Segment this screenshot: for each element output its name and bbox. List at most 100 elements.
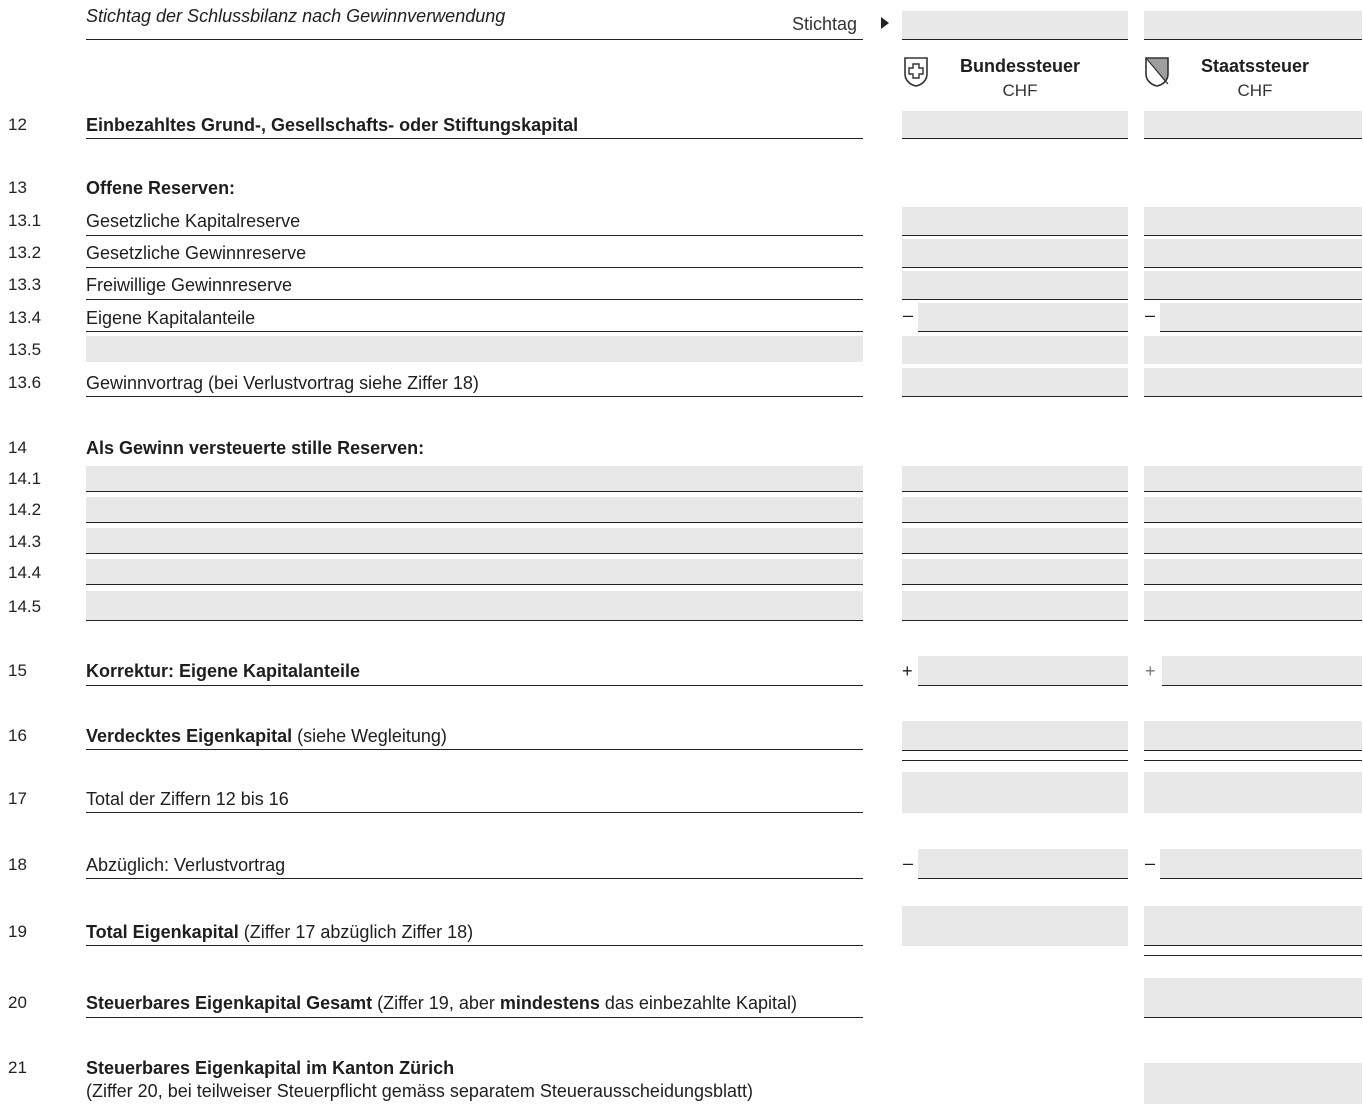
row-18-underline xyxy=(86,878,863,879)
row-12-underline xyxy=(86,138,863,139)
row-14-5-staat-input[interactable] xyxy=(1144,591,1362,621)
row-13-6-underline xyxy=(86,396,863,397)
row-13-1-bund-input[interactable] xyxy=(902,207,1128,236)
row-13-6-label: Gewinnvortrag (bei Verlustvortrag siehe … xyxy=(86,373,479,393)
row-13-4-underline xyxy=(86,331,863,332)
row-21-label-line2: (Ziffer 20, bei teilweiser Steuerpflicht… xyxy=(86,1081,754,1101)
row-13-4-staat-input[interactable] xyxy=(1160,303,1362,332)
row-19-staat-input[interactable] xyxy=(1144,906,1362,946)
row-13-2-staat-input[interactable] xyxy=(1144,239,1362,268)
row-13-number: 13 xyxy=(8,178,27,197)
row-17-bund-input[interactable] xyxy=(902,772,1128,813)
row-14-label: Als Gewinn versteuerte stille Reserven: xyxy=(86,438,425,458)
row-13-5-bund-input[interactable] xyxy=(902,336,1128,364)
row-18-staat-minus-sign: – xyxy=(1145,853,1156,873)
col-bund-title: Bundessteuer xyxy=(959,56,1081,76)
row-19-label-bold: Total Eigenkapital xyxy=(86,922,239,942)
row-21-staat-input[interactable] xyxy=(1144,1063,1362,1104)
row-13-6-bund-input[interactable] xyxy=(902,368,1128,397)
row-14-3-bund-input[interactable] xyxy=(902,528,1128,554)
row-16-staat-double-rule xyxy=(1144,760,1362,761)
row-12-bund-input[interactable] xyxy=(902,111,1128,139)
row-13-2-label: Gesetzliche Gewinnreserve xyxy=(86,243,307,263)
arrow-right-icon xyxy=(881,17,889,29)
row-13-4-number: 13.4 xyxy=(8,308,42,327)
stichtag-title: Stichtag der Schlussbilanz nach Gewinnve… xyxy=(86,6,506,26)
row-13-6-staat-input[interactable] xyxy=(1144,368,1362,397)
row-20-underline xyxy=(86,1017,863,1018)
row-12-staat-input[interactable] xyxy=(1144,111,1362,139)
row-13-5-staat-input[interactable] xyxy=(1144,336,1362,364)
stichtag-label: Stichtag xyxy=(792,14,858,34)
row-20-label-rest: das einbezahlte Kapital) xyxy=(599,993,798,1013)
row-17-label: Total der Ziffern 12 bis 16 xyxy=(86,789,289,809)
row-21-label: Steuerbares Eigenkapital im Kanton Züric… xyxy=(86,1058,455,1078)
row-13-1-number: 13.1 xyxy=(8,211,42,230)
row-14-1-bund-input[interactable] xyxy=(902,466,1128,492)
zurich-shield-icon xyxy=(1145,57,1169,87)
row-15-staat-plus-sign: + xyxy=(1145,661,1156,681)
row-14-5-bund-input[interactable] xyxy=(902,591,1128,621)
col-staat-title: Staatssteuer xyxy=(1200,56,1310,76)
row-19-bund-input[interactable] xyxy=(902,906,1128,946)
row-20-number: 20 xyxy=(8,993,27,1012)
row-16-staat-input[interactable] xyxy=(1144,721,1362,751)
row-15-number: 15 xyxy=(8,661,27,680)
row-13-5-number: 13.5 xyxy=(8,340,42,359)
row-13-4-staat-minus-sign: – xyxy=(1145,305,1156,325)
row-18-bund-input[interactable] xyxy=(918,849,1128,879)
row-13-4-label: Eigene Kapitalanteile xyxy=(86,308,256,328)
row-14-1-staat-input[interactable] xyxy=(1144,466,1362,492)
row-14-5-label-input[interactable] xyxy=(86,591,863,621)
row-14-4-staat-input[interactable] xyxy=(1144,559,1362,585)
row-19-underline xyxy=(86,945,863,946)
row-14-3-label-input[interactable] xyxy=(86,528,863,554)
row-13-4-bund-input[interactable] xyxy=(918,303,1128,332)
row-14-2-number: 14.2 xyxy=(8,500,42,519)
row-14-2-label-input[interactable] xyxy=(86,497,863,523)
row-13-2-bund-input[interactable] xyxy=(902,239,1128,268)
row-13-3-number: 13.3 xyxy=(8,275,42,294)
row-17-staat-input[interactable] xyxy=(1144,772,1362,813)
row-14-2-bund-input[interactable] xyxy=(902,497,1128,523)
row-14-4-label-input[interactable] xyxy=(86,559,863,585)
row-13-3-label: Freiwillige Gewinnreserve xyxy=(86,275,293,295)
row-13-label: Offene Reserven: xyxy=(86,178,236,198)
stichtag-title-underline xyxy=(86,39,863,40)
row-17-number: 17 xyxy=(8,789,27,808)
row-19-label: Total Eigenkapital (Ziffer 17 abzüglich … xyxy=(86,922,473,943)
row-18-number: 18 xyxy=(8,855,27,874)
row-15-staat-input[interactable] xyxy=(1162,656,1362,686)
row-16-label-rest: (siehe Wegleitung) xyxy=(292,726,447,746)
row-14-4-bund-input[interactable] xyxy=(902,559,1128,585)
row-18-staat-input[interactable] xyxy=(1160,849,1362,879)
row-14-number: 14 xyxy=(8,438,27,457)
row-13-5-label-input[interactable] xyxy=(86,336,863,362)
row-15-bund-plus-sign: + xyxy=(902,661,913,681)
row-13-3-staat-input[interactable] xyxy=(1144,271,1362,300)
row-14-2-staat-input[interactable] xyxy=(1144,497,1362,523)
row-20-label-bold: Steuerbares Eigenkapital Gesamt xyxy=(86,993,373,1013)
row-16-bund-double-rule xyxy=(902,760,1128,761)
row-20-label-bold2: mindestens xyxy=(499,993,600,1013)
row-14-1-number: 14.1 xyxy=(8,469,42,488)
row-14-5-number: 14.5 xyxy=(8,597,42,616)
row-14-3-staat-input[interactable] xyxy=(1144,528,1362,554)
row-18-bund-minus-sign: – xyxy=(903,853,914,873)
row-15-bund-input[interactable] xyxy=(918,656,1128,686)
stichtag-bund-input[interactable] xyxy=(902,11,1128,40)
row-14-3-number: 14.3 xyxy=(8,532,42,551)
stichtag-staat-input[interactable] xyxy=(1144,11,1362,40)
row-13-2-underline xyxy=(86,267,863,268)
row-13-3-bund-input[interactable] xyxy=(902,271,1128,300)
row-19-label-rest: (Ziffer 17 abzüglich Ziffer 18) xyxy=(238,922,474,942)
row-13-1-staat-input[interactable] xyxy=(1144,207,1362,236)
row-13-3-underline xyxy=(86,299,863,300)
row-19-number: 19 xyxy=(8,922,27,941)
col-staat-unit: CHF xyxy=(1237,81,1273,100)
col-bund-unit: CHF xyxy=(1002,81,1038,100)
row-14-1-label-input[interactable] xyxy=(86,466,863,492)
row-20-staat-input[interactable] xyxy=(1144,978,1362,1018)
row-19-staat-double-rule xyxy=(1144,955,1362,956)
row-16-bund-input[interactable] xyxy=(902,721,1128,751)
